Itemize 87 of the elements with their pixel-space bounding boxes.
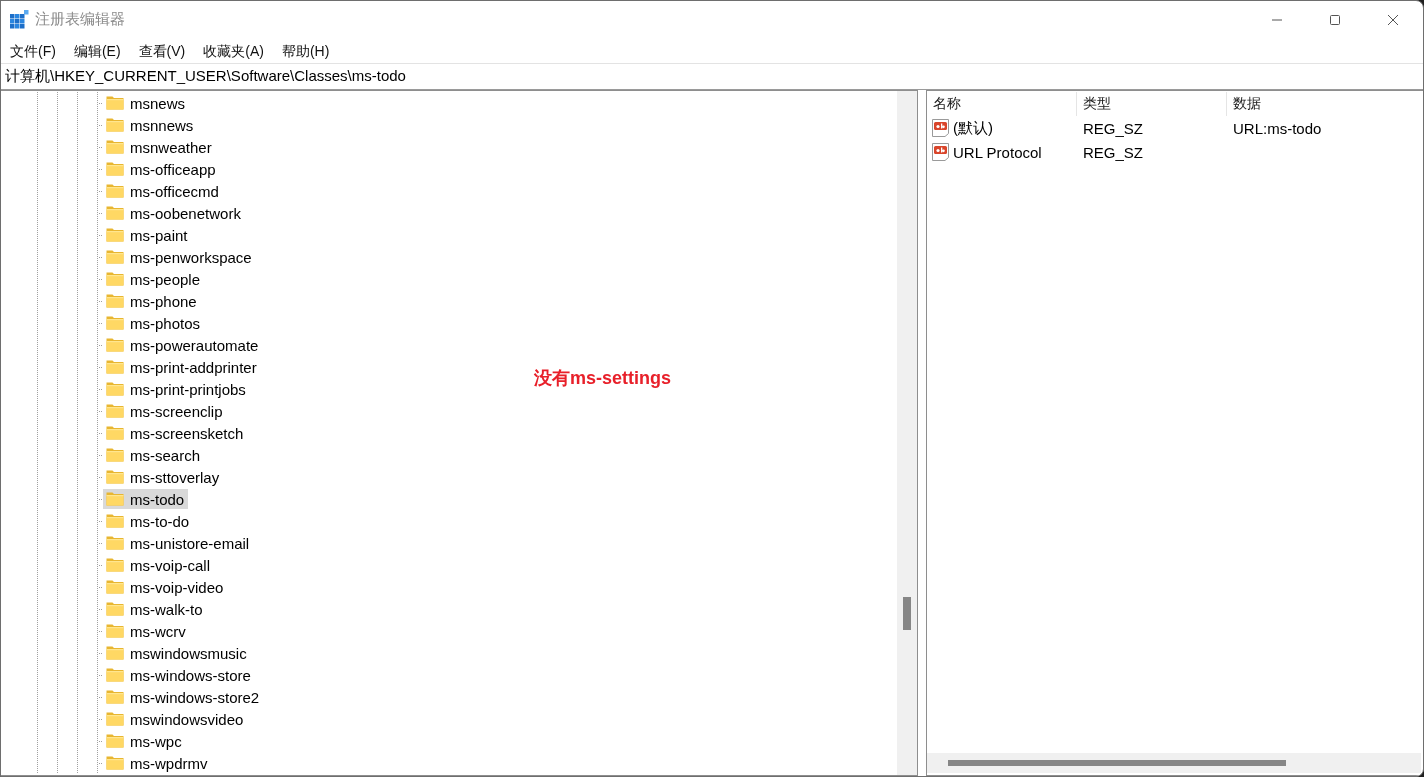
folder-icon xyxy=(106,250,124,264)
tree-item[interactable]: ms-photos xyxy=(103,313,205,333)
tree-item[interactable]: ms-phone xyxy=(103,291,201,311)
tree-item[interactable]: ms-windows-store xyxy=(103,665,255,685)
horizontal-scrollbar[interactable] xyxy=(927,753,1421,773)
folder-icon xyxy=(106,184,124,198)
tree-item[interactable]: ms-todo xyxy=(103,489,189,509)
folder-icon xyxy=(106,470,124,484)
tree-item[interactable]: ms-unistore-email xyxy=(103,533,254,553)
document-icon xyxy=(931,118,950,138)
table-cell: (默认) xyxy=(953,118,993,138)
tree-item[interactable]: ms-oobenetwork xyxy=(103,203,245,223)
folder-icon xyxy=(106,536,124,550)
tree-item[interactable]: ms-voip-video xyxy=(103,577,228,597)
tree-item[interactable]: ms-to-do xyxy=(103,511,194,531)
folder-icon xyxy=(106,162,124,176)
folder-icon xyxy=(106,272,124,286)
menu-item[interactable]: 查看(V) xyxy=(129,39,195,62)
folder-icon xyxy=(106,558,124,572)
folder-icon xyxy=(106,404,124,418)
folder-icon xyxy=(106,360,124,374)
folder-icon xyxy=(106,382,124,396)
tree-item[interactable]: mswindowsvideo xyxy=(103,709,248,729)
folder-icon xyxy=(106,96,124,110)
scrollbar-thumb[interactable] xyxy=(948,760,1286,766)
tree-item[interactable]: ms-wpdrmv xyxy=(103,753,212,773)
menu-item[interactable]: 编辑(E) xyxy=(64,39,130,62)
scrollbar-thumb[interactable] xyxy=(903,597,911,630)
document-icon xyxy=(931,142,950,162)
address-field[interactable]: 计算机\HKEY_CURRENT_USER\Software\Classes\ms-todo xyxy=(1,63,1423,90)
tree-item[interactable]: ms-sttoverlay xyxy=(103,467,224,487)
folder-icon xyxy=(106,756,124,770)
table-cell-text: REG_SZ xyxy=(1082,119,1144,137)
column-header[interactable]: 数据 xyxy=(1227,92,1423,116)
folder-icon xyxy=(106,492,124,506)
folder-icon xyxy=(106,316,124,330)
tree-item[interactable]: ms-wcrv xyxy=(103,621,190,641)
tree-item[interactable]: ms-screensketch xyxy=(103,423,248,443)
folder-icon xyxy=(106,734,124,748)
tree-item[interactable]: ms-officecmd xyxy=(103,181,223,201)
tree-item[interactable]: ms-voip-call xyxy=(103,555,214,575)
tree-item[interactable]: ms-screenclip xyxy=(103,401,227,421)
folder-icon xyxy=(106,712,124,726)
folder-icon xyxy=(106,294,124,308)
folder-icon xyxy=(106,580,124,594)
window-title: 注册表编辑器 xyxy=(35,10,125,29)
vertical-scrollbar[interactable] xyxy=(897,91,917,775)
cube-grid-icon xyxy=(10,10,29,29)
column-header[interactable]: 类型 xyxy=(1077,92,1227,116)
tree-item[interactable]: msnews xyxy=(103,93,189,113)
tree-item[interactable]: ms-print-printjobs xyxy=(103,379,250,399)
tree-item[interactable]: ms-print-addprinter xyxy=(103,357,261,377)
tree-item[interactable]: msnnews xyxy=(103,115,198,135)
folder-icon xyxy=(106,206,124,220)
folder-icon xyxy=(106,646,124,660)
folder-icon xyxy=(106,426,124,440)
tree-item[interactable]: ms-powerautomate xyxy=(103,335,263,355)
tree-item[interactable]: mswindowsmusic xyxy=(103,643,251,663)
tree-item[interactable]: ms-walk-to xyxy=(103,599,207,619)
tree-item[interactable]: ms-officeapp xyxy=(103,159,220,179)
annotation-label: 没有ms-settings xyxy=(534,367,672,390)
tree-item[interactable]: ms-paint xyxy=(103,225,192,245)
maximize-icon xyxy=(1329,13,1341,26)
table-cell-text: REG_SZ xyxy=(1082,143,1144,161)
folder-icon xyxy=(106,140,124,154)
table-cell: URL Protocol xyxy=(953,143,1042,161)
tree-item[interactable]: ms-wpc xyxy=(103,731,186,751)
tree-item[interactable]: msnweather xyxy=(103,137,216,157)
folder-icon xyxy=(106,228,124,242)
menu-item[interactable]: 文件(F) xyxy=(1,39,65,62)
folder-icon xyxy=(106,668,124,682)
folder-icon xyxy=(106,514,124,528)
tree-item[interactable]: ms-people xyxy=(103,269,205,289)
menu-item[interactable]: 收藏夹(A) xyxy=(194,39,273,62)
menu-item[interactable]: 帮助(H) xyxy=(272,39,339,62)
folder-icon xyxy=(106,690,124,704)
close-icon xyxy=(1387,13,1399,26)
folder-icon xyxy=(106,118,124,132)
table-cell-text: URL:ms-todo xyxy=(1232,119,1323,137)
tree-item[interactable]: ms-search xyxy=(103,445,204,465)
folder-icon xyxy=(106,338,124,352)
column-header[interactable]: 名称 xyxy=(927,92,1077,116)
tree-item[interactable]: ms-penworkspace xyxy=(103,247,256,267)
folder-icon xyxy=(106,624,124,638)
tree-item[interactable]: ms-windows-store2 xyxy=(103,687,264,707)
folder-icon xyxy=(106,602,124,616)
folder-icon xyxy=(106,448,124,462)
